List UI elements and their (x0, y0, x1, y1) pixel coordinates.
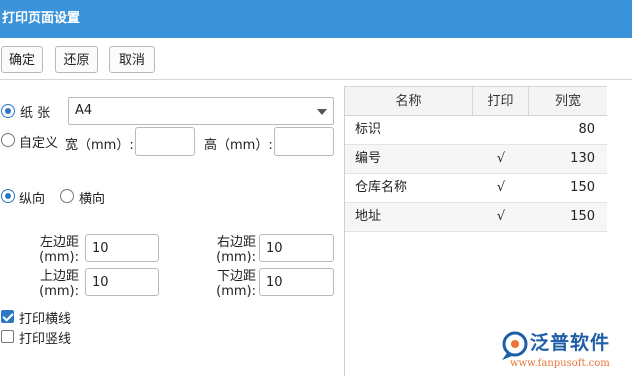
landscape-radio[interactable] (60, 189, 74, 203)
cell-print[interactable]: √ (473, 145, 529, 173)
cell-name: 标识 (355, 122, 382, 137)
cell-name: 仓库名称 (355, 180, 408, 195)
table-row[interactable]: 地址 √ 150 (345, 203, 607, 232)
custom-size-label: 自定义 (19, 136, 59, 151)
width-label: 宽（mm）: (65, 138, 134, 153)
width-input[interactable] (135, 127, 195, 156)
paper-size-radio[interactable] (1, 104, 15, 118)
cell-name: 地址 (355, 209, 382, 224)
cell-print[interactable]: √ (473, 174, 529, 202)
column-header-print[interactable]: 打印 (473, 87, 529, 116)
print-hlines-label: 打印横线 (19, 312, 72, 327)
left-margin-input[interactable] (85, 234, 159, 262)
table-row[interactable]: 标识 80 (345, 116, 607, 145)
restore-button[interactable]: 还原 (55, 46, 98, 73)
watermark-logo: 泛普软件 www.fanpusoft.com (498, 326, 632, 376)
landscape-label: 横向 (79, 192, 106, 207)
top-margin-label: 上边距(mm): (39, 269, 79, 299)
bottom-margin-label: 下边距(mm): (216, 269, 256, 299)
table-row[interactable]: 仓库名称 √ 150 (345, 174, 607, 203)
cell-width[interactable]: 130 (529, 145, 595, 173)
portrait-label: 纵向 (19, 192, 46, 207)
height-input[interactable] (274, 127, 334, 156)
print-hlines-checkbox[interactable] (1, 310, 14, 323)
toolbar: 确定 还原 取消 (0, 38, 632, 80)
table-row[interactable]: 编号 √ 130 (345, 145, 607, 174)
column-header-width[interactable]: 列宽 (529, 87, 607, 116)
height-label: 高（mm）: (204, 138, 273, 153)
custom-size-radio[interactable] (1, 133, 15, 147)
brand-name: 泛普软件 (530, 332, 611, 354)
cell-width[interactable]: 80 (529, 116, 595, 144)
chevron-down-icon (317, 109, 327, 115)
cell-width[interactable]: 150 (529, 203, 595, 231)
column-header-name[interactable]: 名称 (345, 87, 473, 116)
print-vlines-checkbox[interactable] (1, 330, 14, 343)
paper-size-value: A4 (75, 103, 93, 118)
cell-print[interactable]: √ (473, 203, 529, 231)
right-margin-label: 右边距(mm): (216, 235, 256, 265)
paper-size-select[interactable]: A4 (68, 97, 334, 125)
cancel-button[interactable]: 取消 (109, 46, 155, 73)
cell-width[interactable]: 150 (529, 174, 595, 202)
brand-url: www.fanpusoft.com (510, 358, 610, 369)
cell-name: 编号 (355, 151, 382, 166)
top-margin-input[interactable] (85, 268, 159, 296)
confirm-button[interactable]: 确定 (1, 46, 43, 73)
portrait-radio[interactable] (1, 189, 15, 203)
cell-print[interactable] (473, 116, 529, 144)
right-margin-input[interactable] (259, 234, 334, 262)
paper-size-label: 纸 张 (20, 106, 51, 121)
print-vlines-label: 打印竖线 (19, 332, 72, 347)
dialog-title: 打印页面设置 (0, 0, 632, 38)
bottom-margin-input[interactable] (259, 268, 334, 296)
table-header: 名称 打印 列宽 (345, 86, 607, 116)
left-margin-label: 左边距(mm): (39, 235, 79, 265)
